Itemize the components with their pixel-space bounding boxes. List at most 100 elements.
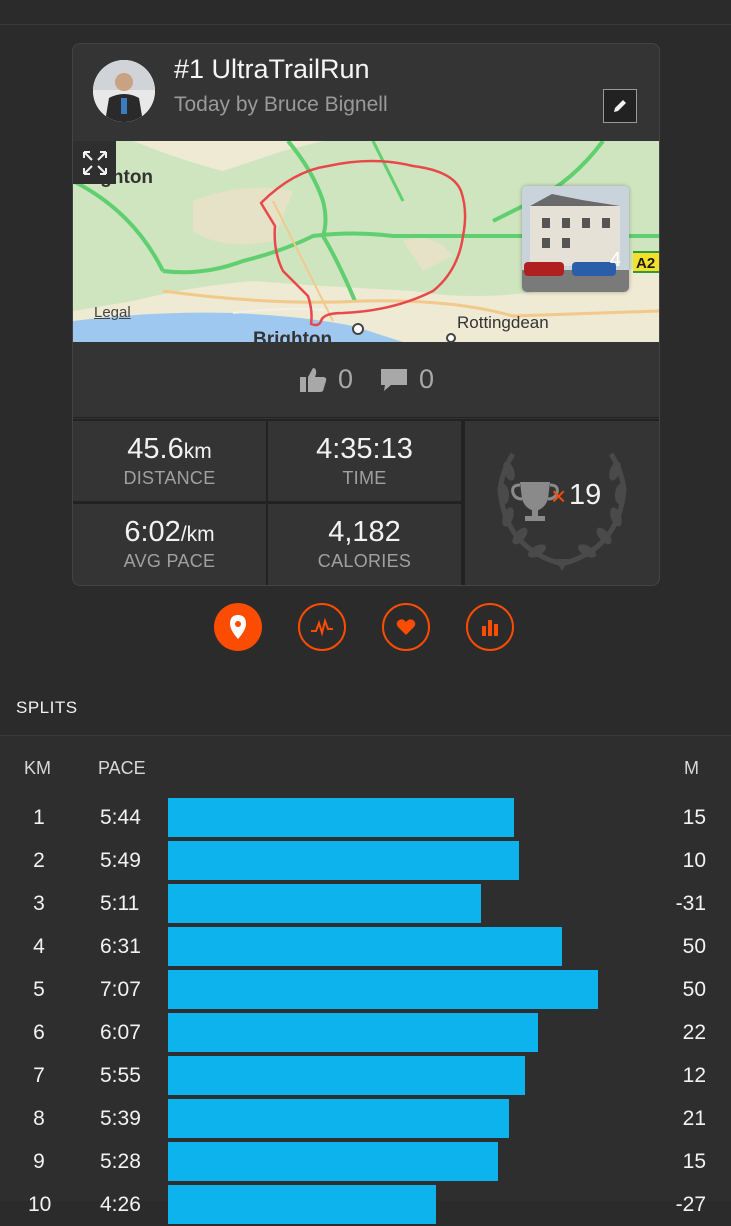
split-row[interactable]: 3 5:11 -31 bbox=[0, 882, 731, 925]
split-elevation: 21 bbox=[682, 1107, 706, 1130]
stat-time: 4:35:13 TIME bbox=[268, 421, 461, 501]
kudos-button[interactable]: 0 bbox=[298, 364, 353, 395]
distance-value: 45.6 bbox=[127, 433, 184, 465]
split-pace: 6:07 bbox=[100, 1021, 141, 1044]
calories-value: 4,182 bbox=[328, 516, 401, 548]
split-pace: 5:39 bbox=[100, 1107, 141, 1130]
split-elevation: 22 bbox=[682, 1021, 706, 1044]
split-km: 1 bbox=[33, 806, 45, 829]
route-map[interactable]: A2 ighton Legal Rottingdean Brighton 4 bbox=[73, 141, 659, 342]
split-km: 6 bbox=[33, 1021, 45, 1044]
achievement-multiplier: × bbox=[551, 481, 567, 511]
split-elevation: 50 bbox=[682, 935, 706, 958]
split-row[interactable]: 6 6:07 22 bbox=[0, 1011, 731, 1054]
split-km: 2 bbox=[33, 849, 45, 872]
pencil-icon bbox=[614, 100, 626, 112]
split-row[interactable]: 1 5:44 15 bbox=[0, 796, 731, 839]
stats-grid: 45.6km DISTANCE 4:35:13 TIME 6:02/km AVG… bbox=[73, 419, 659, 585]
split-elevation: 10 bbox=[682, 849, 706, 872]
comment-count: 0 bbox=[419, 364, 435, 394]
split-row[interactable]: 7 5:55 12 bbox=[0, 1054, 731, 1097]
svg-text:A2: A2 bbox=[636, 255, 655, 272]
splits-title: SPLITS bbox=[16, 698, 78, 717]
split-elevation: 15 bbox=[682, 1150, 706, 1173]
time-value: 4:35:13 bbox=[316, 433, 413, 465]
split-elevation: -27 bbox=[675, 1193, 706, 1216]
split-pace: 6:31 bbox=[100, 935, 141, 958]
pace-value: 6:02 bbox=[124, 516, 181, 548]
split-km: 7 bbox=[33, 1064, 45, 1087]
laurel-wreath-icon bbox=[497, 452, 627, 571]
split-pace: 5:28 bbox=[100, 1150, 141, 1173]
split-pace-bar bbox=[168, 841, 519, 880]
split-row[interactable]: 5 7:07 50 bbox=[0, 968, 731, 1011]
split-km: 10 bbox=[28, 1193, 52, 1216]
pace-unit: /km bbox=[180, 523, 215, 546]
tab-pace[interactable] bbox=[298, 603, 346, 651]
map-label-rottingdean: Rottingdean bbox=[457, 313, 549, 332]
split-elevation: 15 bbox=[682, 806, 706, 829]
comment-button[interactable]: 0 bbox=[379, 364, 434, 395]
heart-icon bbox=[396, 619, 416, 635]
split-row[interactable]: 2 5:49 10 bbox=[0, 839, 731, 882]
achievements-badge[interactable]: × 19 bbox=[465, 419, 659, 585]
edit-button[interactable] bbox=[603, 89, 637, 123]
splits-header-pace: PACE bbox=[98, 758, 146, 778]
distance-label: DISTANCE bbox=[123, 468, 216, 488]
photo-count: 4 bbox=[609, 249, 621, 271]
split-km: 9 bbox=[33, 1150, 45, 1173]
map-label-brighton: Brighton bbox=[253, 329, 333, 342]
split-pace-bar bbox=[168, 1142, 498, 1181]
activity-card[interactable]: #1 UltraTrailRun Today by Bruce Bignell bbox=[72, 43, 660, 586]
split-pace-bar bbox=[168, 1013, 538, 1052]
activity-title[interactable]: #1 UltraTrailRun bbox=[174, 54, 370, 85]
split-pace: 5:49 bbox=[100, 849, 141, 872]
tab-splits[interactable] bbox=[466, 603, 514, 651]
split-pace-bar bbox=[168, 884, 481, 923]
kudos-count: 0 bbox=[337, 364, 353, 394]
split-pace-bar bbox=[168, 1056, 525, 1095]
stat-avg-pace: 6:02/km AVG PACE bbox=[73, 504, 266, 584]
location-pin-icon bbox=[230, 615, 246, 639]
activity-photo-thumbnail[interactable]: 4 bbox=[522, 186, 629, 292]
split-elevation: 50 bbox=[682, 978, 706, 1001]
social-bar: 0 0 bbox=[73, 342, 659, 418]
split-pace: 7:07 bbox=[100, 978, 141, 1001]
time-label: TIME bbox=[342, 468, 387, 488]
expand-map-button[interactable] bbox=[73, 141, 116, 184]
activity-tabs bbox=[0, 603, 731, 653]
splits-header-elev: M bbox=[684, 758, 699, 778]
split-elevation: -31 bbox=[675, 892, 706, 915]
pace-graph-icon bbox=[311, 617, 333, 637]
split-pace-bar bbox=[168, 1099, 509, 1138]
achievement-count: 19 bbox=[569, 479, 602, 511]
expand-icon bbox=[82, 150, 107, 175]
split-pace-bar bbox=[168, 927, 562, 966]
split-row[interactable]: 8 5:39 21 bbox=[0, 1097, 731, 1140]
split-row[interactable]: 9 5:28 15 bbox=[0, 1140, 731, 1183]
map-legal-link[interactable]: Legal bbox=[94, 304, 131, 321]
calories-label: CALORIES bbox=[317, 551, 412, 571]
split-elevation: 12 bbox=[682, 1064, 706, 1087]
split-km: 3 bbox=[33, 892, 45, 915]
stat-calories: 4,182 CALORIES bbox=[268, 504, 461, 584]
split-pace-bar bbox=[168, 1185, 436, 1224]
split-row[interactable]: 4 6:31 50 bbox=[0, 925, 731, 968]
avatar[interactable] bbox=[93, 60, 155, 122]
split-km: 5 bbox=[33, 978, 45, 1001]
splits-header-km: KM bbox=[24, 758, 51, 778]
splits-table: KM PACE M 1 5:44 15 2 5:49 10 3 5:11 -31 4 6:31 50 5… bbox=[0, 735, 731, 1224]
pace-label: AVG PACE bbox=[123, 551, 216, 571]
split-pace: 5:44 bbox=[100, 806, 141, 829]
split-pace: 5:11 bbox=[100, 892, 140, 915]
split-row[interactable]: 10 4:26 -27 bbox=[0, 1183, 731, 1226]
split-pace: 5:55 bbox=[100, 1064, 141, 1087]
split-km: 8 bbox=[33, 1107, 45, 1130]
split-km: 4 bbox=[33, 935, 45, 958]
tab-map[interactable] bbox=[214, 603, 262, 651]
tab-heart-rate[interactable] bbox=[382, 603, 430, 651]
distance-unit: km bbox=[183, 440, 212, 463]
bar-chart-icon bbox=[482, 620, 498, 636]
top-bar bbox=[0, 0, 731, 25]
split-pace-bar bbox=[168, 798, 514, 837]
